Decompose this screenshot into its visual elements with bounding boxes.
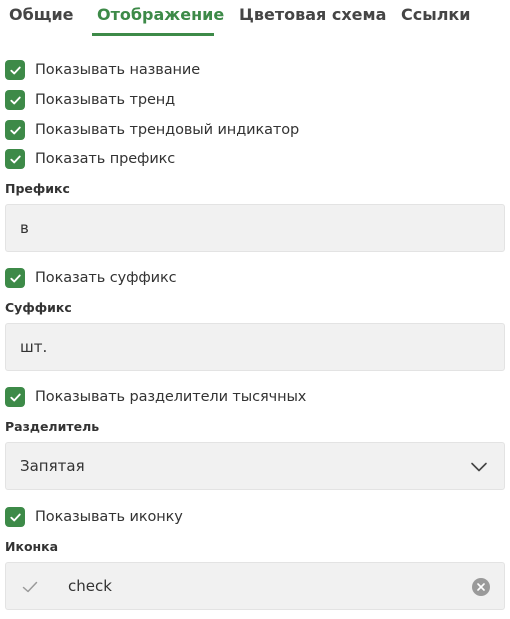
show-prefix-label: Показать префикс — [35, 151, 176, 167]
tab-bar: Общие Отображение Цветовая схема Ссылки — [0, 0, 510, 36]
show-thousands-separator-checkbox[interactable] — [5, 387, 25, 407]
show-icon-checkbox[interactable] — [5, 507, 25, 527]
check-icon — [22, 581, 38, 593]
show-trend-indicator-checkbox[interactable] — [5, 120, 25, 140]
active-tab-indicator — [92, 33, 214, 36]
tab-display[interactable]: Отображение — [97, 5, 224, 24]
show-thousands-separator-checkbox-row[interactable]: Показывать разделители тысячных — [5, 386, 306, 408]
show-trend-checkbox[interactable] — [5, 90, 25, 110]
show-icon-label: Показывать иконку — [35, 509, 183, 525]
prefix-field-label: Префикс — [5, 181, 70, 196]
show-title-checkbox-row[interactable]: Показывать название — [5, 59, 200, 81]
show-title-checkbox[interactable] — [5, 60, 25, 80]
separator-select[interactable]: Запятая — [5, 442, 505, 490]
show-suffix-label: Показать суффикс — [35, 270, 177, 286]
checkmark-icon — [9, 126, 21, 134]
icon-selected-value: check — [68, 577, 112, 595]
tab-color-scheme[interactable]: Цветовая схема — [239, 5, 386, 24]
show-icon-checkbox-row[interactable]: Показывать иконку — [5, 506, 183, 528]
checkmark-icon — [9, 155, 21, 163]
checkmark-icon — [9, 66, 21, 74]
show-trend-label: Показывать тренд — [35, 92, 176, 108]
checkmark-icon — [9, 393, 21, 401]
show-thousands-separator-label: Показывать разделители тысячных — [35, 389, 307, 405]
prefix-input-value: в — [20, 219, 29, 237]
chevron-down-icon — [471, 462, 487, 472]
show-trend-checkbox-row[interactable]: Показывать тренд — [5, 89, 175, 111]
separator-selected-value: Запятая — [20, 457, 85, 475]
close-icon — [477, 583, 485, 591]
separator-field-label: Разделитель — [5, 419, 100, 434]
checkmark-icon — [9, 274, 21, 282]
suffix-input-value: шт. — [20, 338, 48, 356]
show-prefix-checkbox[interactable] — [5, 149, 25, 169]
suffix-field-label: Суффикс — [5, 300, 72, 315]
checkmark-icon — [9, 96, 21, 104]
clear-icon-button[interactable] — [472, 578, 490, 596]
checkmark-icon — [9, 513, 21, 521]
icon-select[interactable]: check — [5, 562, 505, 610]
tab-general[interactable]: Общие — [9, 5, 74, 24]
show-trend-indicator-checkbox-row[interactable]: Показывать трендовый индикатор — [5, 119, 299, 141]
icon-field-label: Иконка — [5, 539, 59, 554]
prefix-input[interactable]: в — [5, 204, 505, 252]
show-title-label: Показывать название — [35, 62, 201, 78]
show-prefix-checkbox-row[interactable]: Показать префикс — [5, 148, 175, 170]
show-suffix-checkbox[interactable] — [5, 268, 25, 288]
suffix-input[interactable]: шт. — [5, 323, 505, 371]
show-suffix-checkbox-row[interactable]: Показать суффикс — [5, 267, 177, 289]
show-trend-indicator-label: Показывать трендовый индикатор — [35, 122, 300, 138]
tab-links[interactable]: Ссылки — [401, 5, 470, 24]
